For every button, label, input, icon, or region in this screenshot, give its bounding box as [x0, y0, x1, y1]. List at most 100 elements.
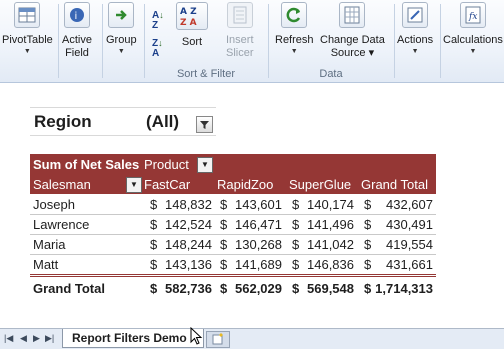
active-field-label-1: Active	[62, 34, 92, 46]
currency-symbol: $	[292, 281, 300, 296]
calculations-button[interactable]: fx Calculations ▼	[443, 2, 503, 64]
insert-sheet-button[interactable]	[206, 331, 230, 348]
table-cell: 141,042	[307, 237, 354, 252]
column-header: SuperGlue	[289, 177, 352, 192]
ribbon-separator	[58, 4, 59, 78]
currency-symbol: $	[364, 257, 372, 272]
currency-symbol: $	[220, 281, 228, 296]
currency-symbol: $	[150, 197, 158, 212]
row-label: Lawrence	[33, 217, 90, 232]
actions-button[interactable]: Actions ▼	[397, 2, 433, 64]
change-data-source-button[interactable]: Change Data Source ▾	[320, 2, 385, 64]
currency-symbol: $	[220, 217, 228, 232]
currency-symbol: $	[150, 237, 158, 252]
grand-total-cell: 582,736	[165, 281, 212, 296]
table-cell: 141,496	[307, 217, 354, 232]
currency-symbol: $	[292, 237, 300, 252]
insert-slicer-button[interactable]: Insert Slicer	[226, 2, 254, 64]
group-arrow-icon	[108, 2, 135, 28]
table-cell: 148,244	[165, 237, 212, 252]
active-field-icon: i	[63, 2, 90, 28]
table-row: Maria $ 148,244 $ 130,268 $ 141,042 $ 41…	[30, 234, 436, 255]
currency-symbol: $	[150, 257, 158, 272]
data-group-label: Data	[319, 68, 343, 80]
change-data-source-icon	[339, 2, 366, 28]
table-cell: 130,268	[235, 237, 282, 252]
table-cell: 142,524	[165, 217, 212, 232]
ribbon-separator	[394, 4, 395, 78]
ribbon-separator	[102, 4, 103, 78]
table-cell: 143,601	[235, 197, 282, 212]
column-field-header: Product	[144, 157, 189, 172]
table-cell: 419,554	[386, 237, 433, 252]
report-filter-row: Region (All)	[30, 107, 216, 136]
pivot-header-row-2: Salesman ▼ FastCar RapidZoo SuperGlue Gr…	[30, 174, 436, 194]
ribbon-separator	[144, 4, 145, 78]
grand-total-row: Grand Total $ 582,736 $ 562,029 $ 569,54…	[30, 274, 436, 299]
first-sheet-icon[interactable]: |◀	[4, 333, 13, 344]
sheet-tab-active[interactable]: Report Filters Demo	[62, 329, 204, 348]
sort-z-to-a-icon[interactable]: Z↓ A	[152, 38, 163, 59]
actions-icon	[402, 2, 429, 28]
grand-total-label: Grand Total	[33, 281, 105, 296]
currency-symbol: $	[364, 197, 372, 212]
svg-text:A Z: A Z	[180, 7, 197, 17]
sort-label: Sort	[181, 36, 203, 48]
column-header: FastCar	[144, 177, 191, 192]
sort-a-to-z-icon[interactable]: A↓ Z	[152, 10, 164, 31]
svg-text:Z A: Z A	[180, 18, 197, 28]
refresh-label: Refresh	[275, 34, 314, 46]
column-header: Grand Total	[361, 177, 428, 192]
insert-slicer-label-2: Slicer	[226, 47, 254, 59]
mouse-cursor-icon	[190, 327, 203, 345]
grand-total-cell: 569,548	[307, 281, 354, 296]
chevron-down-icon: ▼	[117, 48, 125, 55]
chevron-down-icon: ▼	[411, 48, 419, 55]
currency-symbol: $	[292, 197, 300, 212]
insert-sheet-icon	[212, 333, 223, 345]
currency-symbol: $	[220, 197, 228, 212]
row-label: Joseph	[33, 197, 75, 212]
currency-symbol: $	[220, 257, 228, 272]
product-filter-dropdown[interactable]: ▼	[197, 157, 213, 173]
grand-total-cell: 1,714,313	[375, 281, 433, 296]
svg-text:i: i	[74, 11, 77, 22]
pivottable-button[interactable]: PivotTable ▼	[2, 2, 53, 64]
sheet-tab-bar: |◀ ◀ ▶ ▶| Report Filters Demo	[0, 328, 504, 349]
salesman-filter-dropdown[interactable]: ▼	[126, 177, 142, 193]
filter-dropdown-icon[interactable]	[196, 116, 213, 133]
chevron-down-icon: ▼	[469, 48, 477, 55]
table-cell: 432,607	[386, 197, 433, 212]
sort-button[interactable]: A ZZ A Sort	[176, 2, 208, 64]
row-field-header: Salesman	[33, 177, 91, 192]
sort-dialog-icon: A ZZ A	[176, 2, 208, 30]
currency-symbol: $	[292, 217, 300, 232]
pivottable-icon	[14, 2, 41, 28]
table-cell: 146,836	[307, 257, 354, 272]
prev-sheet-icon[interactable]: ◀	[20, 333, 27, 344]
change-source-label-1: Change Data	[320, 34, 385, 46]
ribbon-separator	[268, 4, 269, 78]
group-button[interactable]: Group ▼	[106, 2, 137, 64]
insert-slicer-label-1: Insert	[226, 34, 254, 46]
table-row: Lawrence $ 142,524 $ 146,471 $ 141,496 $…	[30, 214, 436, 235]
grand-total-cell: 562,029	[235, 281, 282, 296]
values-header: Sum of Net Sales	[33, 157, 140, 172]
pivot-header-row-1: Sum of Net Sales Product ▼	[30, 154, 436, 174]
refresh-button[interactable]: Refresh ▼	[275, 2, 314, 64]
row-label: Matt	[33, 257, 59, 272]
active-field-label-2: Field	[65, 47, 89, 59]
svg-text:fx: fx	[468, 12, 477, 22]
refresh-icon	[281, 2, 308, 28]
table-cell: 141,689	[235, 257, 282, 272]
table-cell: 143,136	[165, 257, 212, 272]
last-sheet-icon[interactable]: ▶|	[45, 333, 54, 344]
next-sheet-icon[interactable]: ▶	[33, 333, 40, 344]
table-cell: 146,471	[235, 217, 282, 232]
active-field-button[interactable]: i Active Field	[62, 2, 92, 64]
calculations-icon: fx	[459, 2, 486, 28]
ribbon-separator	[440, 4, 441, 78]
row-label: Maria	[33, 237, 66, 252]
table-row: Matt $ 143,136 $ 141,689 $ 146,836 $ 431…	[30, 254, 436, 275]
actions-label: Actions	[397, 34, 434, 46]
